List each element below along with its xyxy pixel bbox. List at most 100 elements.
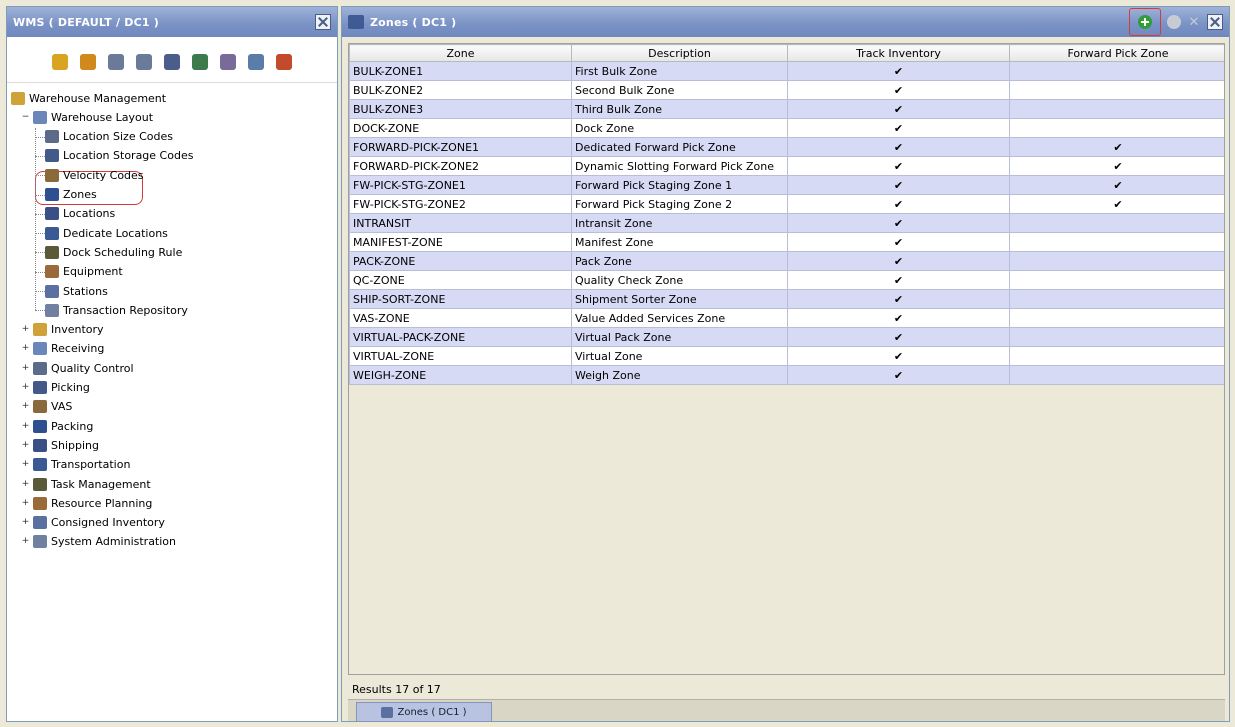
add-button[interactable] [1129,8,1161,36]
tree-item-picking[interactable]: + Picking [21,379,90,397]
table-row[interactable]: BULK-ZONE3 Third Bulk Zone ✔ [349,99,1224,119]
close-icon[interactable] [1207,14,1223,30]
table-row[interactable]: WEIGH-ZONE Weigh Zone ✔ [349,365,1224,385]
tree-item-label: VAS [51,400,73,414]
tree-item-warehouse-management[interactable]: Warehouse Management [11,89,166,107]
gear-icon[interactable] [52,53,68,70]
arrow-icon[interactable] [276,53,292,70]
table-row[interactable]: FORWARD-PICK-ZONE2 Dynamic Slotting Forwa… [349,156,1224,176]
tree-item-dedicate-locations[interactable]: Dedicate Locations [45,224,168,242]
table-row[interactable]: PACK-ZONE Pack Zone ✔ [349,251,1224,271]
tree-item-dock-scheduling-rule[interactable]: Dock Scheduling Rule [45,243,182,261]
tree-item-consigned-inventory[interactable]: + Consigned Inventory [21,514,165,532]
table-row[interactable]: BULK-ZONE2 Second Bulk Zone ✔ [349,80,1224,100]
cell-track: ✔ [787,346,1010,366]
table-row[interactable]: FORWARD-PICK-ZONE1 Dedicated Forward Pick… [349,137,1224,157]
tree-item-inventory[interactable]: + Inventory [21,321,104,339]
tree-item-label: Task Management [51,477,151,491]
velocity-icon [45,168,59,182]
people-icon[interactable] [220,53,236,70]
expand-icon[interactable]: + [21,479,30,489]
expand-icon[interactable]: + [21,440,30,450]
tree-item-label: System Administration [51,535,177,549]
tree-item-transaction-repository[interactable]: Transaction Repository [45,301,188,319]
tree-item-task-management[interactable]: + Task Management [21,475,151,493]
tree-item-shipping[interactable]: + Shipping [21,436,99,454]
tree-item-stations[interactable]: Stations [45,282,108,300]
document-icon[interactable] [164,53,180,70]
table-row[interactable]: INTRANSIT Intransit Zone ✔ [349,213,1224,233]
cell-track: ✔ [787,270,1010,290]
tree-item-quality-control[interactable]: + Quality Control [21,359,134,377]
expand-icon[interactable]: + [21,537,30,546]
tree-item-vas[interactable]: + VAS [21,398,72,416]
column-header[interactable]: Forward Pick Zone [1009,44,1224,62]
table-row[interactable]: MANIFEST-ZONE Manifest Zone ✔ [349,232,1224,252]
table-row[interactable]: VAS-ZONE Value Added Services Zone ✔ [349,308,1224,328]
expand-icon[interactable]: + [21,402,30,411]
table-row[interactable]: SHIP-SORT-ZONE Shipment Sorter Zone ✔ [349,289,1224,309]
tree-item-receiving[interactable]: + Receiving [21,340,104,358]
cell-fwd [1009,118,1224,138]
cell-track: ✔ [787,80,1010,100]
zones-table: Zone Description Track Inventory Forward Pi… [349,44,1224,385]
clipboard-icon[interactable] [248,53,264,70]
tree-item-label: Consigned Inventory [51,516,165,530]
table-row[interactable]: FW-PICK-STG-ZONE1 Forward Pick Staging Zo… [349,175,1224,195]
cell-zone: BULK-ZONE1 [349,61,572,81]
tree-connector [35,233,45,235]
cell-zone: INTRANSIT [349,213,572,233]
receiving-icon [33,342,47,356]
expand-icon[interactable]: + [21,344,30,353]
cell-track: ✔ [787,61,1010,81]
column-header[interactable]: Zone [349,44,572,62]
cell-track: ✔ [787,137,1010,157]
edit-icon[interactable] [1167,15,1181,29]
truck-icon[interactable] [192,53,208,70]
add-icon [1138,15,1152,29]
tab-zones[interactable]: Zones ( DC1 ) [356,702,492,722]
sysadmin-icon [33,535,47,549]
tree-item-equipment[interactable]: Equipment [45,263,123,281]
delete-icon[interactable]: ✕ [1187,15,1201,30]
picking-icon [33,381,47,394]
tree-item-system-administration[interactable]: + System Administration [21,533,176,551]
table-row[interactable]: DOCK-ZONE Dock Zone ✔ [349,118,1224,138]
cell-fwd [1009,99,1224,119]
cell-fwd [1009,61,1224,81]
table-row[interactable]: VIRTUAL-ZONE Virtual Zone ✔ [349,346,1224,366]
tree-item-warehouse-layout[interactable]: − Warehouse Layout [21,108,153,126]
close-icon[interactable] [315,14,331,30]
table-row[interactable]: QC-ZONE Quality Check Zone ✔ [349,270,1224,290]
table-row[interactable]: VIRTUAL-PACK-ZONE Virtual Pack Zone ✔ [349,327,1224,347]
cell-desc: Forward Pick Staging Zone 2 [571,194,788,214]
table-row[interactable]: BULK-ZONE1 First Bulk Zone ✔ [349,61,1224,81]
tree-item-zones[interactable]: Zones [45,186,97,204]
expand-icon[interactable]: + [21,383,30,392]
tree-item-resource-planning[interactable]: + Resource Planning [21,494,152,512]
wrench-icon[interactable] [80,53,96,70]
consigned-icon [33,516,47,530]
expand-icon[interactable]: + [21,363,30,373]
expand-icon[interactable]: + [21,518,30,527]
column-header[interactable]: Track Inventory [787,44,1010,62]
tree-item-velocity-codes[interactable]: Velocity Codes [45,166,144,184]
tree-item-packing[interactable]: + Packing [21,417,93,435]
expand-icon[interactable]: + [21,460,30,469]
cell-zone: FORWARD-PICK-ZONE1 [349,137,572,157]
tree-item-transportation[interactable]: + Transportation [21,456,130,474]
collapse-icon[interactable]: − [21,112,30,122]
tab-zones-label: Zones ( DC1 ) [397,706,467,718]
tree-item-location-size-codes[interactable]: Location Size Codes [45,128,173,146]
expand-icon[interactable]: + [21,498,30,508]
tree-item-locations[interactable]: Locations [45,205,115,223]
expand-icon[interactable]: + [21,421,30,431]
column-header[interactable]: Description [571,44,788,62]
tree-item-label: Warehouse Management [29,91,167,105]
tree-item-location-storage-codes[interactable]: Location Storage Codes [45,147,193,165]
vehicle-icon[interactable] [108,53,124,70]
tree-item-label: Dock Scheduling Rule [63,245,183,259]
table-row[interactable]: FW-PICK-STG-ZONE2 Forward Pick Staging Zo… [349,194,1224,214]
vehicle2-icon[interactable] [136,53,152,70]
expand-icon[interactable]: + [21,325,30,334]
